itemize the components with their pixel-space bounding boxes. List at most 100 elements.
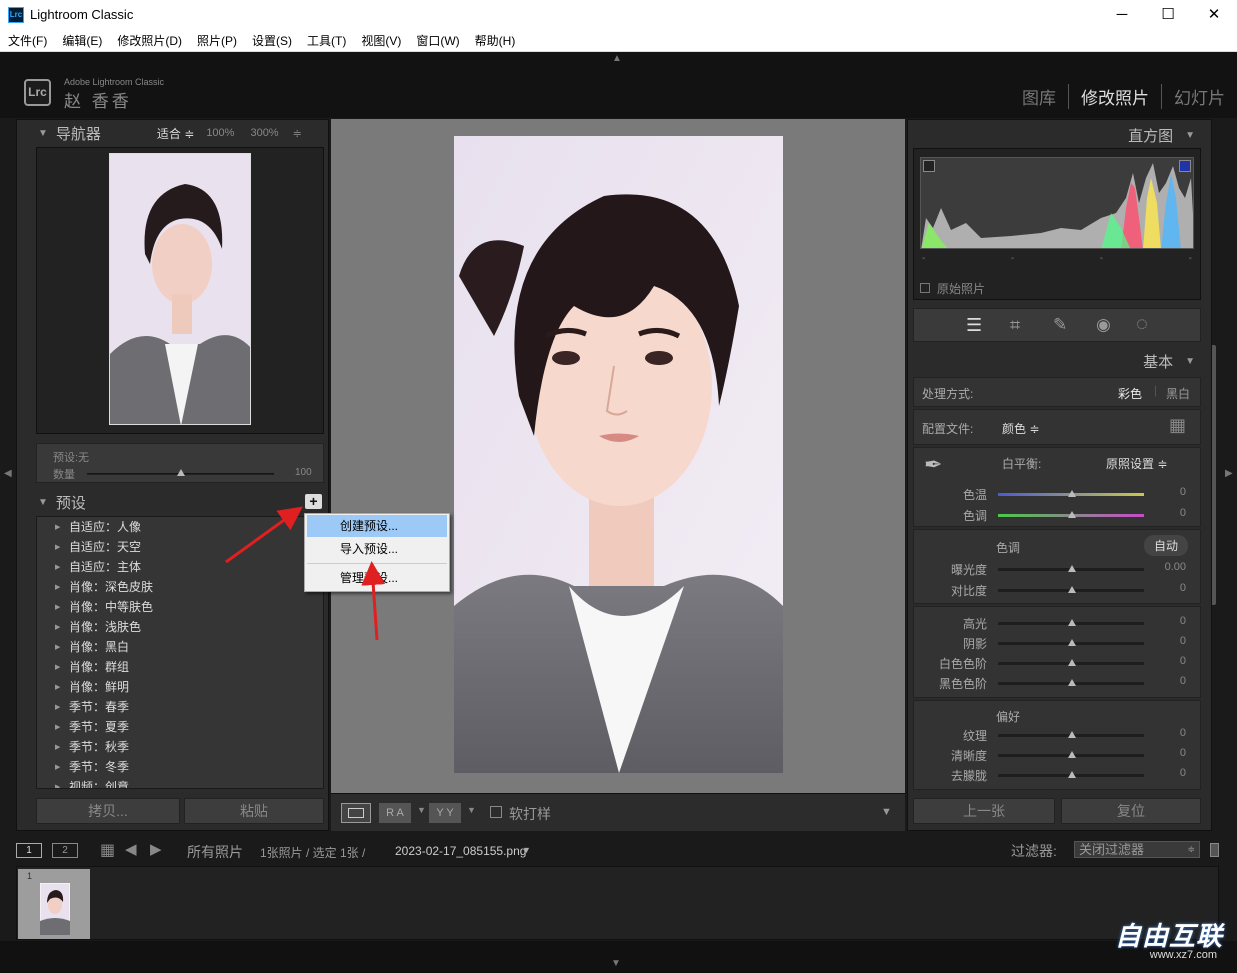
zoom-fit[interactable]: 适合 ≑ — [157, 125, 194, 142]
preset-group[interactable]: 肖像：群组 — [37, 657, 323, 678]
slider-knob[interactable] — [1068, 511, 1076, 518]
collapse-triangle-icon: ▼ — [38, 127, 48, 139]
menu-window[interactable]: 窗口(W) — [416, 32, 459, 49]
amount-slider-knob[interactable] — [176, 469, 185, 476]
preset-group[interactable]: 肖像：中等肤色 — [37, 597, 323, 618]
main-window-button[interactable]: 1 — [16, 843, 42, 858]
preset-group[interactable]: 肖像：黑白 — [37, 637, 323, 658]
menu-develop[interactable]: 修改照片(D) — [117, 32, 182, 49]
toolbar-menu-icon[interactable]: ▼ — [881, 806, 892, 818]
before-after-ra-button[interactable]: R A — [379, 803, 411, 823]
reset-button[interactable]: 复位 — [1061, 798, 1201, 824]
module-library[interactable]: 图库 — [1010, 84, 1068, 109]
menu-settings[interactable]: 设置(S) — [252, 32, 292, 49]
histogram-graph[interactable] — [920, 157, 1194, 249]
slider-knob[interactable] — [1068, 679, 1076, 686]
maximize-button[interactable]: ☐ — [1145, 0, 1191, 30]
create-preset-item[interactable]: 创建预设... — [307, 515, 447, 537]
slider-label: 去朦胧 — [950, 769, 987, 783]
slider-knob[interactable] — [1068, 565, 1076, 572]
right-panel-toggle-icon[interactable]: ▶ — [1225, 468, 1233, 479]
preset-group[interactable]: 自适应：人像 — [37, 517, 323, 538]
dropdown-icon[interactable]: ▼ — [467, 805, 476, 815]
top-panel-toggle-icon[interactable]: ▲ — [612, 53, 622, 64]
histogram-header[interactable]: 直方图 ▼ — [913, 122, 1201, 148]
preset-group[interactable]: 季节：夏季 — [37, 717, 323, 738]
auto-button[interactable]: 自动 — [1144, 535, 1189, 556]
import-preset-item[interactable]: 导入预设... — [307, 538, 447, 560]
menu-view[interactable]: 视图(V) — [361, 32, 401, 49]
filename-dropdown-icon[interactable]: ▼ — [522, 845, 531, 855]
menu-edit[interactable]: 编辑(E) — [62, 32, 102, 49]
preset-group[interactable]: 肖像：浅肤色 — [37, 617, 323, 638]
copy-button[interactable]: 拷贝... — [36, 798, 180, 824]
zoom-300[interactable]: 300% — [250, 127, 278, 139]
profile-browser-icon[interactable]: ▦ — [1169, 415, 1186, 436]
preset-group[interactable]: 季节：春季 — [37, 697, 323, 718]
preset-group[interactable]: 自适应：天空 — [37, 537, 323, 558]
slider-knob[interactable] — [1068, 731, 1076, 738]
filter-lock-icon[interactable] — [1210, 843, 1219, 857]
basic-header[interactable]: 基本 ▼ — [913, 348, 1201, 374]
crop-icon[interactable]: ⌗ — [1010, 315, 1020, 336]
preset-group[interactable]: 季节：秋季 — [37, 737, 323, 758]
wb-select[interactable]: 原照设置 ≑ — [1106, 455, 1167, 472]
shadow-clipping-icon[interactable] — [923, 160, 935, 172]
module-develop[interactable]: 修改照片 — [1068, 84, 1161, 109]
paste-button[interactable]: 粘贴 — [184, 798, 324, 824]
treatment-color[interactable]: 彩色 — [1118, 385, 1142, 402]
softproof-checkbox[interactable] — [490, 806, 502, 818]
slider-knob[interactable] — [1068, 490, 1076, 497]
healing-icon[interactable]: ✎ — [1053, 315, 1067, 335]
slider-knob[interactable] — [1068, 771, 1076, 778]
slider-knob[interactable] — [1068, 639, 1076, 646]
slider-knob[interactable] — [1068, 751, 1076, 758]
add-preset-icon[interactable]: + — [305, 494, 322, 509]
highlight-clipping-icon[interactable] — [1179, 160, 1191, 172]
preset-group[interactable]: 季节：冬季 — [37, 757, 323, 778]
filter-select[interactable]: 关闭过滤器 ≑ — [1074, 841, 1200, 858]
menu-file[interactable]: 文件(F) — [8, 32, 47, 49]
source-label[interactable]: 所有照片 — [187, 842, 243, 862]
grid-view-icon[interactable]: ▦ — [100, 840, 115, 860]
menu-help[interactable]: 帮助(H) — [475, 32, 516, 49]
preset-group[interactable]: 自适应：主体 — [37, 557, 323, 578]
preset-group[interactable]: 肖像：鲜明 — [37, 677, 323, 698]
main-photo[interactable] — [454, 136, 783, 773]
slider-knob[interactable] — [1068, 586, 1076, 593]
dropdown-icon[interactable]: ▼ — [417, 805, 426, 815]
second-window-button[interactable]: 2 — [52, 843, 78, 858]
menu-tools[interactable]: 工具(T) — [307, 32, 346, 49]
zoom-more[interactable]: ≑ — [293, 127, 302, 140]
forward-arrow-icon[interactable]: ▶ — [150, 840, 162, 858]
presets-header[interactable]: ▼ 预设 — [36, 489, 324, 515]
filmstrip-thumbnail[interactable]: 1 — [18, 869, 90, 939]
treatment-bw[interactable]: 黑白 — [1166, 385, 1190, 402]
slider-value: 0 — [1179, 507, 1186, 519]
profile-select[interactable]: 颜色 ≑ — [1002, 420, 1039, 437]
masking-icon[interactable]: ◌ — [1136, 313, 1148, 336]
navigator-header[interactable]: ▼ 导航器 适合 ≑ 100% 300% ≑ — [36, 120, 324, 146]
preset-group[interactable]: 肖像：深色皮肤 — [37, 577, 323, 598]
bottom-panel-toggle-icon[interactable]: ▼ — [611, 958, 621, 969]
redeye-icon[interactable]: ◉ — [1096, 315, 1111, 335]
zoom-100[interactable]: 100% — [206, 127, 234, 139]
slider-knob[interactable] — [1068, 619, 1076, 626]
preset-group[interactable]: 视频：创意 — [37, 777, 323, 788]
navigator-thumbnail[interactable] — [109, 153, 251, 425]
original-photo-checkbox[interactable] — [920, 283, 930, 293]
back-arrow-icon[interactable]: ◀ — [125, 840, 137, 858]
left-panel-toggle-icon[interactable]: ◀ — [4, 468, 12, 479]
close-button[interactable]: ✕ — [1191, 0, 1237, 30]
adjustments-icon[interactable]: ☰ — [966, 315, 982, 336]
filename[interactable]: 2023-02-17_085155.png — [395, 844, 526, 858]
slider-knob[interactable] — [1068, 659, 1076, 666]
eyedropper-icon[interactable]: ✒ — [924, 452, 942, 478]
previous-button[interactable]: 上一张 — [913, 798, 1055, 824]
module-slideshow[interactable]: 幻灯片 — [1161, 84, 1237, 109]
minimize-button[interactable]: ─ — [1099, 0, 1145, 30]
before-after-yy-button[interactable]: Y Y — [429, 803, 461, 823]
manage-preset-item[interactable]: 管理预设... — [307, 567, 447, 589]
loupe-view-icon[interactable] — [341, 803, 371, 823]
menu-photo[interactable]: 照片(P) — [197, 32, 237, 49]
